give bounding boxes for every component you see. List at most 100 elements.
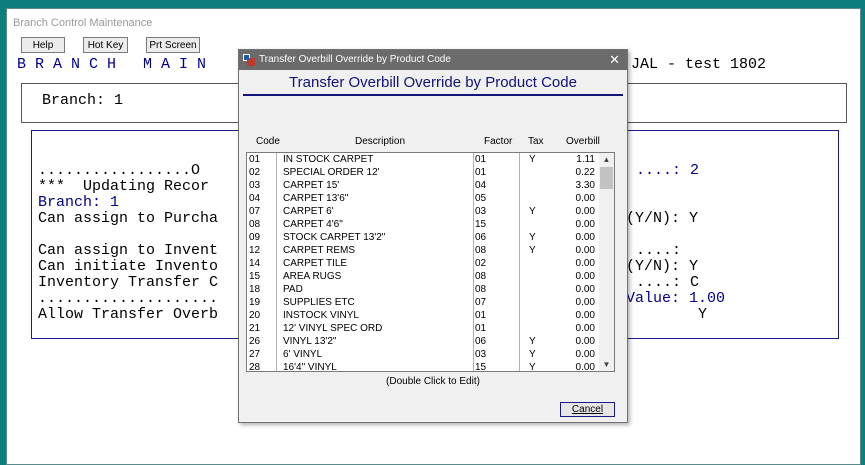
list-item[interactable]: 18 PAD 08 0.00 — [247, 283, 597, 296]
list-item[interactable]: 21 12' VINYL SPEC ORD 01 0.00 — [247, 322, 597, 335]
cell-code: 18 — [249, 284, 261, 295]
cell-description: CARPET 4'6" — [283, 219, 343, 230]
dialog-titlebar: Transfer Overbill Override by Product Co… — [239, 50, 627, 70]
cell-factor: 03 — [475, 206, 487, 217]
cell-factor: 15 — [475, 362, 487, 372]
cell-overbill: 0.00 — [575, 323, 595, 334]
cell-description: VINYL 13'2" — [283, 336, 337, 347]
scroll-down-icon[interactable]: ▼ — [599, 358, 614, 371]
cell-overbill: 3.30 — [575, 180, 595, 191]
cell-overbill: 0.00 — [575, 232, 595, 243]
scrollbar-thumb[interactable] — [600, 167, 613, 189]
cell-description: CARPET 6' — [283, 206, 334, 217]
col-overbill: Overbill — [566, 136, 600, 147]
cell-tax: Y — [529, 362, 536, 372]
close-icon[interactable]: ✕ — [609, 50, 620, 70]
cell-code: 21 — [249, 323, 261, 334]
col-description: Description — [355, 136, 406, 147]
cell-tax: Y — [529, 154, 536, 165]
list-item[interactable]: 08 CARPET 4'6" 15 0.00 — [247, 218, 597, 231]
line3: Branch: 1 — [38, 194, 120, 211]
line7-right: ....: C — [636, 274, 700, 291]
cell-code: 14 — [249, 258, 261, 269]
line5-left: Can assign to Invent — [38, 242, 219, 259]
cell-code: 28 — [249, 362, 261, 372]
cell-overbill: 0.00 — [575, 219, 595, 230]
cell-description: 12' VINYL SPEC ORD — [283, 323, 383, 334]
line1-left: .................O — [38, 162, 201, 179]
cell-description: CARPET 15' — [283, 180, 340, 191]
screen-header: B R A N C H M A I N — [17, 56, 207, 73]
cell-code: 01 — [249, 154, 261, 165]
list-item[interactable]: 19 SUPPLIES ETC 07 0.00 — [247, 296, 597, 309]
list-item[interactable]: 14 CARPET TILE 02 0.00 — [247, 257, 597, 270]
cell-description: SPECIAL ORDER 12' — [283, 167, 380, 178]
cell-factor: 01 — [475, 154, 487, 165]
list-item[interactable]: 02 SPECIAL ORDER 12' 01 0.22 — [247, 166, 597, 179]
branch-label: Branch: 1 — [42, 92, 124, 109]
cell-tax: Y — [529, 349, 536, 360]
help-button[interactable]: Help — [21, 37, 65, 53]
cell-factor: 04 — [475, 180, 487, 191]
cell-factor: 02 — [475, 258, 487, 269]
cell-code: 19 — [249, 297, 261, 308]
cell-factor: 08 — [475, 284, 487, 295]
list-item[interactable]: 26 VINYL 13'2" 06 Y 0.00 — [247, 335, 597, 348]
list-item[interactable]: 04 CARPET 13'6" 05 0.00 — [247, 192, 597, 205]
line6-right: (Y/N): Y — [626, 258, 699, 275]
cell-description: PAD — [283, 284, 303, 295]
cell-factor: 01 — [475, 167, 487, 178]
line7-left: Inventory Transfer C — [38, 274, 219, 291]
product-code-list[interactable]: 01 IN STOCK CARPET 01 Y 1.11 02 SPECIAL ORDER … — [246, 152, 615, 372]
screen-header-right: JAL - test 1802 — [631, 56, 767, 73]
list-item[interactable]: 27 6' VINYL 03 Y 0.00 — [247, 348, 597, 361]
cell-code: 07 — [249, 206, 261, 217]
list-item[interactable]: 12 CARPET REMS 08 Y 0.00 — [247, 244, 597, 257]
line9-left: Allow Transfer Overb — [38, 306, 219, 323]
cell-description: CARPET 13'6" — [283, 193, 349, 204]
list-scrollbar[interactable]: ▲ ▼ — [599, 153, 614, 371]
cell-description: 16'4" VINYL — [283, 362, 337, 372]
prtscreen-button[interactable]: Prt Screen — [146, 37, 200, 53]
line5-right: ....: — [636, 242, 682, 259]
scroll-up-icon[interactable]: ▲ — [599, 153, 614, 166]
list-item[interactable]: 01 IN STOCK CARPET 01 Y 1.11 — [247, 153, 597, 166]
cell-factor: 06 — [475, 336, 487, 347]
cell-description: IN STOCK CARPET — [283, 154, 374, 165]
cell-code: 12 — [249, 245, 261, 256]
cell-factor: 03 — [475, 349, 487, 360]
hotkey-button[interactable]: Hot Key — [83, 37, 128, 53]
cell-factor: 07 — [475, 297, 487, 308]
cell-overbill: 0.22 — [575, 167, 595, 178]
app-icon — [243, 54, 255, 66]
cell-overbill: 0.00 — [575, 271, 595, 282]
list-item[interactable]: 15 AREA RUGS 08 0.00 — [247, 270, 597, 283]
list-item[interactable]: 03 CARPET 15' 04 3.30 — [247, 179, 597, 192]
cell-description: SUPPLIES ETC — [283, 297, 355, 308]
cell-factor: 15 — [475, 219, 487, 230]
cell-code: 08 — [249, 219, 261, 230]
cell-tax: Y — [529, 232, 536, 243]
list-item[interactable]: 28 16'4" VINYL 15 Y 0.00 — [247, 361, 597, 372]
cell-description: STOCK CARPET 13'2" — [283, 232, 386, 243]
list-item[interactable]: 09 STOCK CARPET 13'2" 06 Y 0.00 — [247, 231, 597, 244]
cell-code: 27 — [249, 349, 261, 360]
col-tax: Tax — [528, 136, 544, 147]
list-item[interactable]: 07 CARPET 6' 03 Y 0.00 — [247, 205, 597, 218]
line8-left: .................... — [38, 290, 219, 307]
cell-overbill: 0.00 — [575, 336, 595, 347]
line8-right: Value: 1.00 — [626, 290, 726, 307]
cancel-button[interactable]: Cancel — [560, 402, 615, 417]
overbill-dialog: Transfer Overbill Override by Product Co… — [238, 49, 628, 423]
col-factor: Factor — [484, 136, 513, 147]
col-code: Code — [256, 136, 280, 147]
cell-description: CARPET TILE — [283, 258, 348, 269]
list-item[interactable]: 20 INSTOCK VINYL 01 0.00 — [247, 309, 597, 322]
cell-factor: 08 — [475, 271, 487, 282]
cell-factor: 08 — [475, 245, 487, 256]
cell-code: 20 — [249, 310, 261, 321]
line4-left: Can assign to Purcha — [38, 210, 219, 227]
cell-tax: Y — [529, 206, 536, 217]
cell-factor: 01 — [475, 310, 487, 321]
cell-code: 04 — [249, 193, 261, 204]
